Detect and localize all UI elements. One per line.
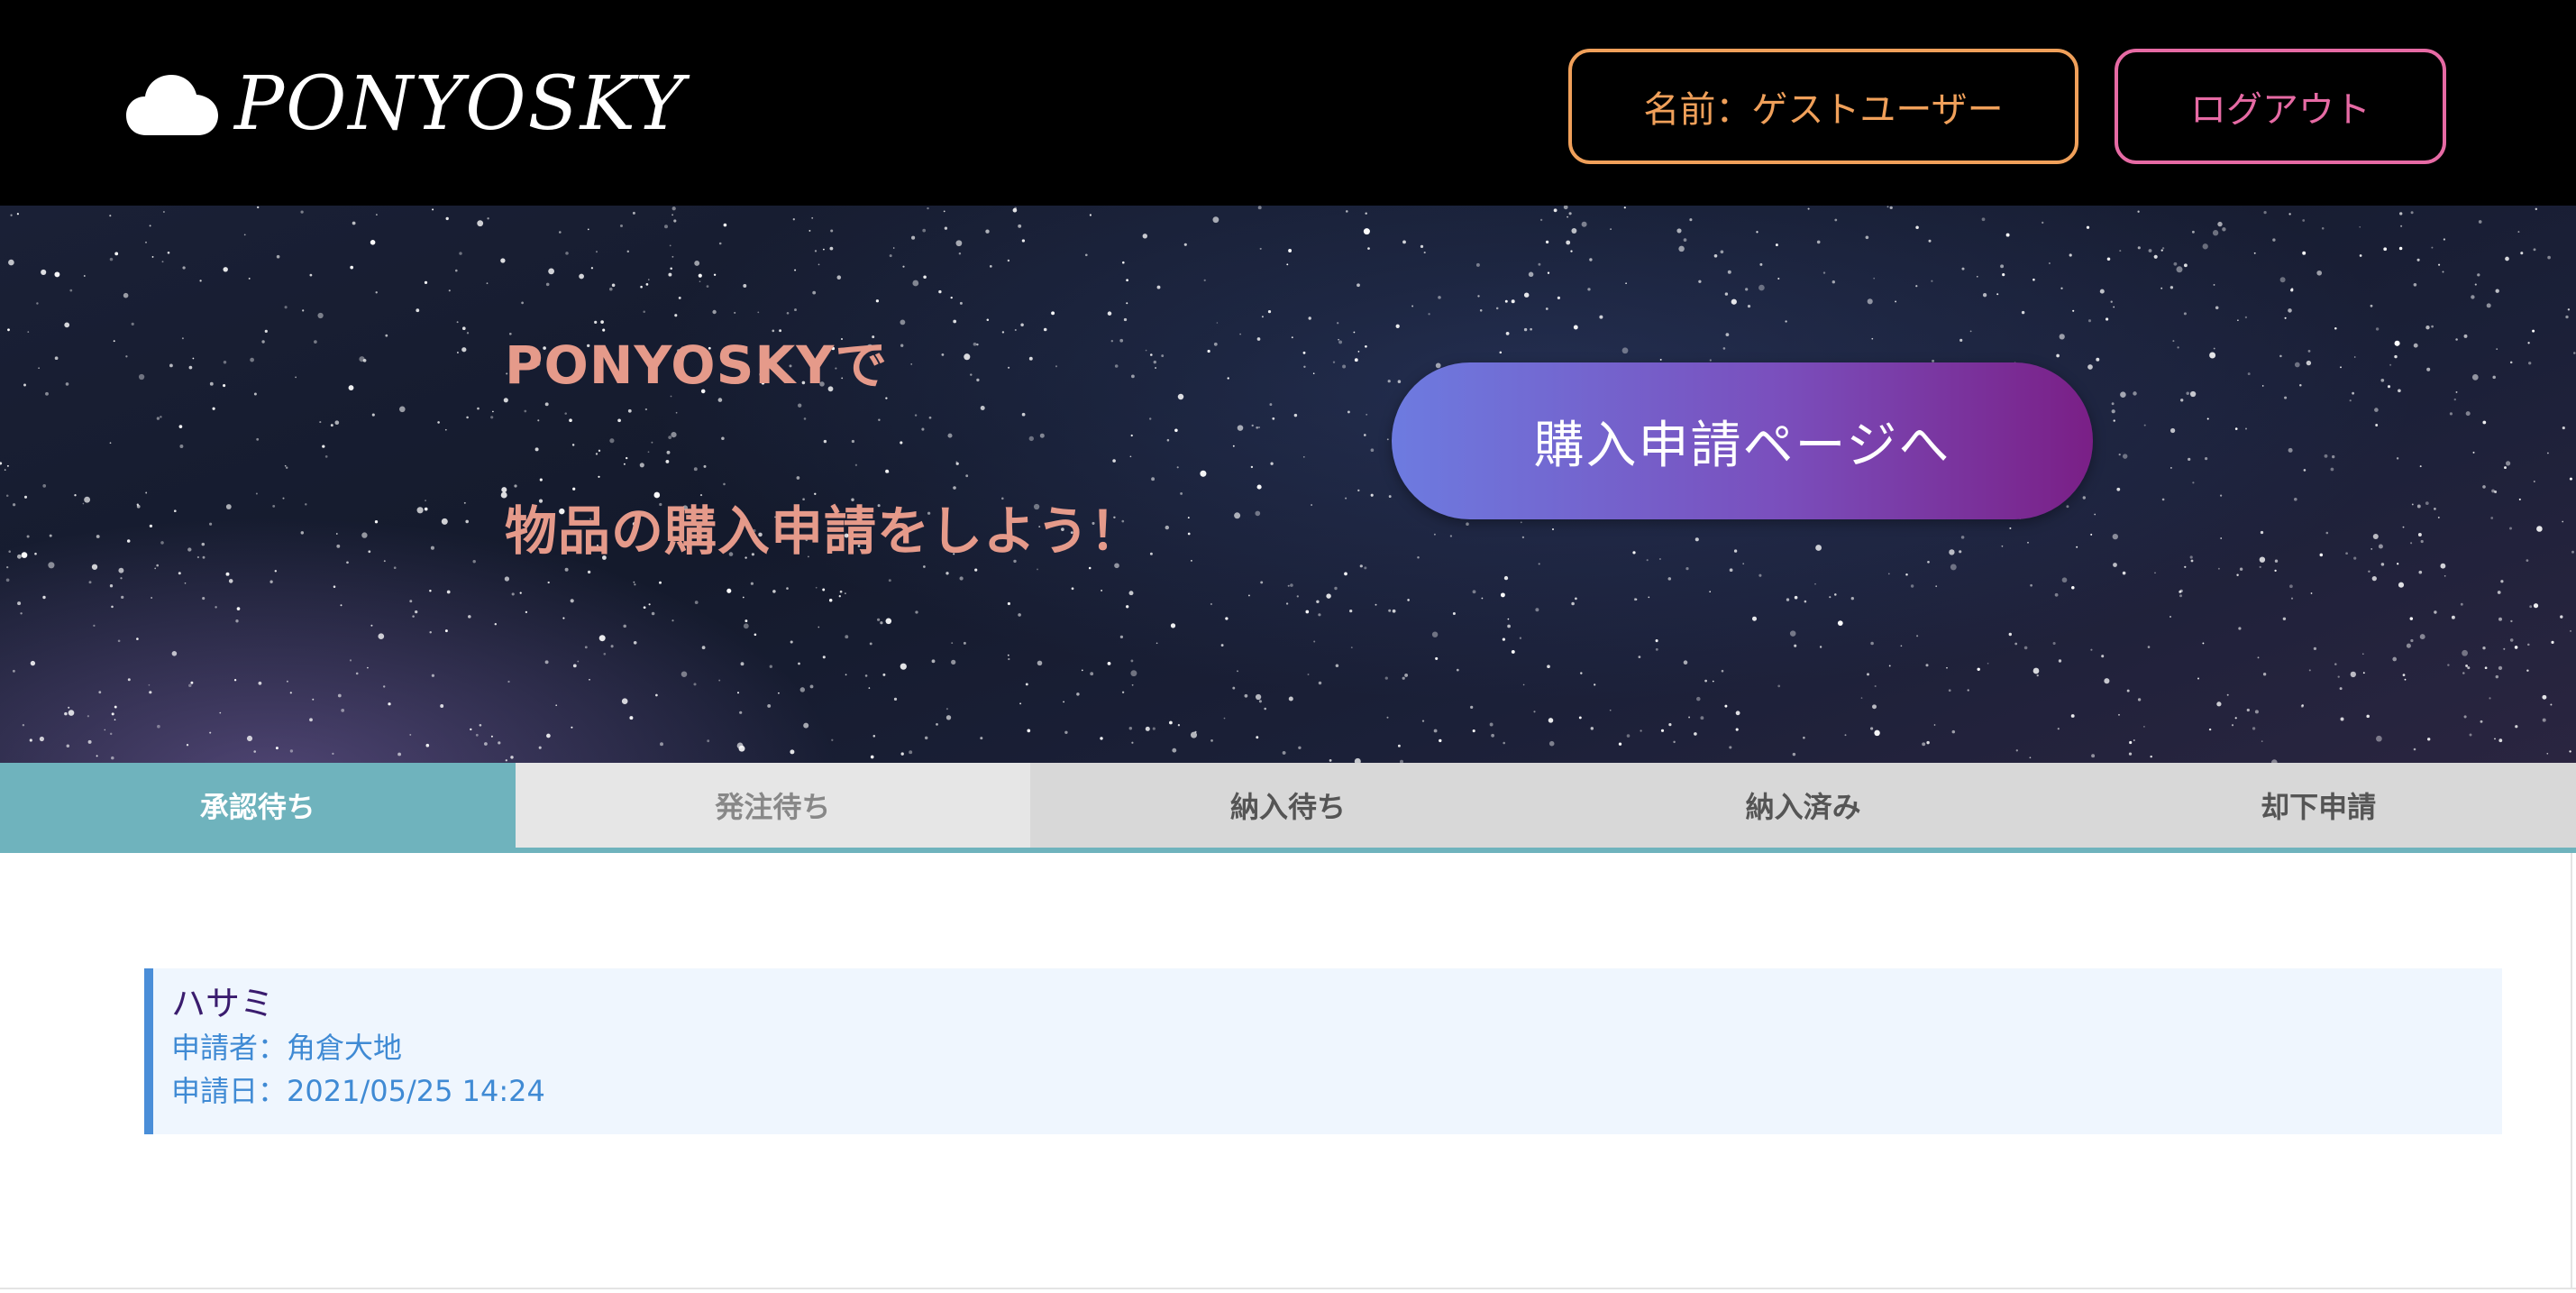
tab-pending-delivery[interactable]: 納入待ち: [1030, 763, 1546, 848]
hero-headline-line2: 物品の購入申請をしよう！: [505, 500, 1144, 562]
tab-delivered[interactable]: 納入済み: [1545, 763, 2061, 848]
cloud-icon: [126, 75, 218, 135]
logo-text: PONYOSKY: [234, 61, 686, 147]
request-item-name: ハサミ: [171, 984, 275, 1023]
request-applicant: 申請者：角倉大地: [171, 1030, 403, 1065]
page-right-divider: [2571, 853, 2572, 1289]
hero-headline-line1: PONYOSKYで: [505, 335, 889, 396]
tab-rejected[interactable]: 却下申請: [2060, 763, 2576, 848]
purchase-request-button[interactable]: 購入申請ページへ: [1392, 362, 2093, 519]
request-card[interactable]: ハサミ 申請者：角倉大地 申請日：2021/05/25 14:24: [144, 968, 2502, 1134]
request-date: 申請日：2021/05/25 14:24: [171, 1073, 545, 1108]
logo[interactable]: PONYOSKY: [126, 50, 686, 159]
tab-pending-order[interactable]: 発注待ち: [515, 763, 1031, 848]
hero-banner: PONYOSKYで 物品の購入申請をしよう！ 購入申請ページへ: [0, 206, 2576, 763]
page-bottom-divider: [0, 1288, 2576, 1289]
starfield-background: [0, 206, 2576, 763]
tab-pending-approval[interactable]: 承認待ち: [0, 763, 516, 848]
user-name-button[interactable]: 名前：ゲストユーザー: [1568, 49, 2078, 164]
logout-button[interactable]: ログアウト: [2115, 49, 2446, 164]
site-header: PONYOSKY 名前：ゲストユーザー ログアウト: [0, 0, 2576, 206]
status-tabs: 承認待ち 発注待ち 納入待ち 納入済み 却下申請: [0, 763, 2576, 853]
